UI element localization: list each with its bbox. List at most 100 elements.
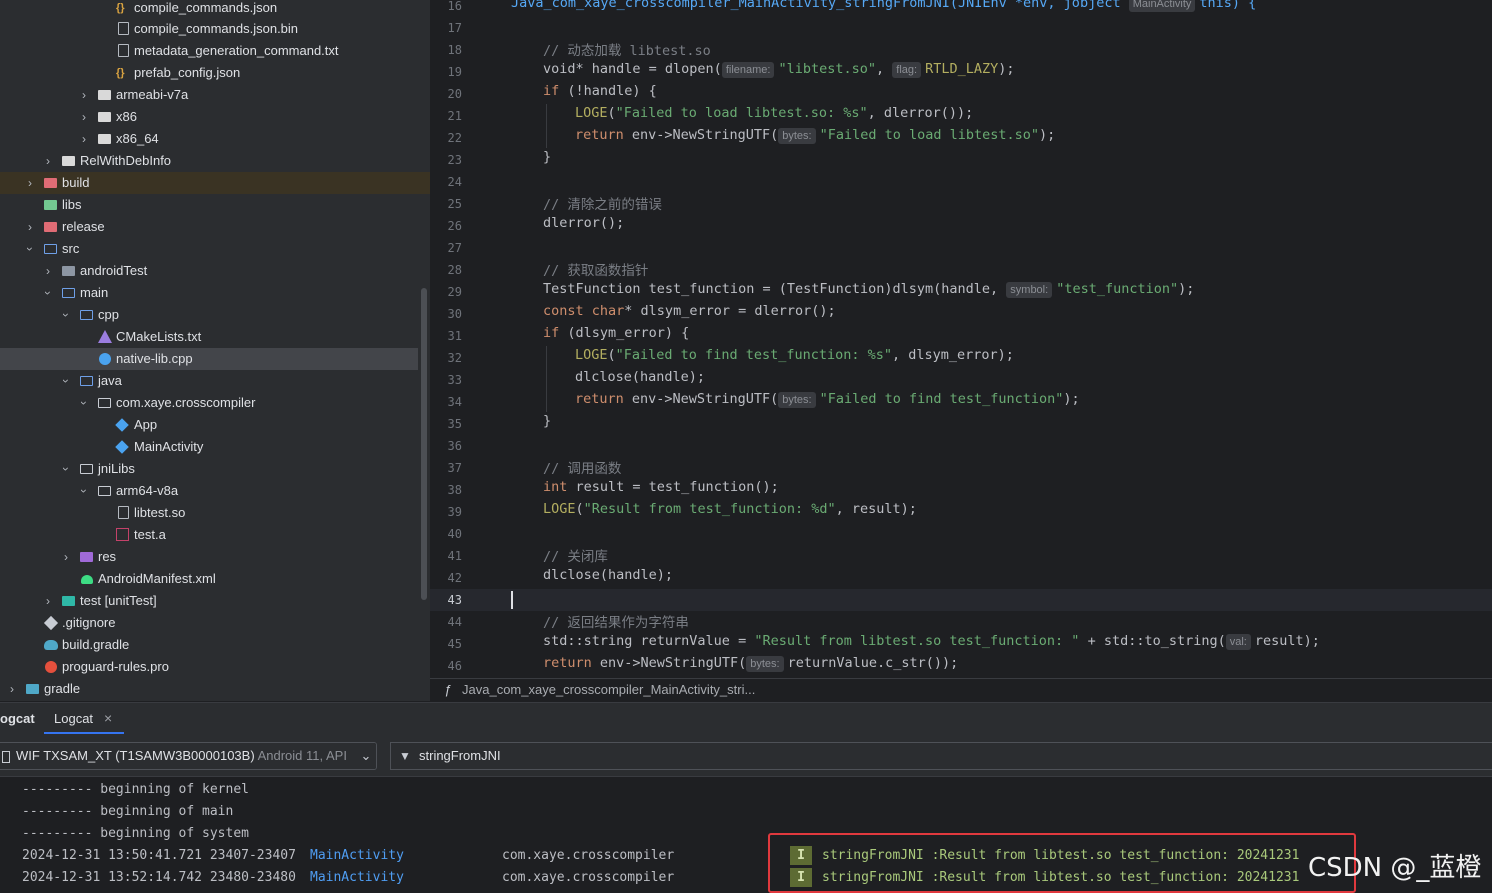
line-number: 36	[447, 439, 462, 453]
log-line-tag: MainActivity	[310, 848, 404, 863]
tree-item-relwithdebinfo[interactable]: › RelWithDebInfo	[0, 150, 418, 172]
tab-logcat[interactable]: Logcat	[54, 711, 93, 726]
chevron-right-icon[interactable]: ›	[77, 128, 91, 150]
tree-item-app[interactable]: App	[0, 414, 418, 436]
line-number: 19	[447, 65, 462, 79]
code-line[interactable]: const char* dlsym_error = dlerror();	[543, 303, 836, 319]
tree-item-cpp[interactable]: › cpp	[0, 304, 418, 326]
tree-item-main[interactable]: › main	[0, 282, 418, 304]
tree-item-package[interactable]: › com.xaye.crosscompiler	[0, 392, 418, 414]
tree-item-label: jniLibs	[98, 461, 135, 476]
tree-item-gradle[interactable]: › gradle	[0, 678, 418, 700]
chevron-right-icon[interactable]: ›	[77, 84, 91, 106]
chevron-down-icon[interactable]: ›	[55, 308, 77, 322]
line-number: 20	[447, 87, 462, 101]
binary-file-icon	[118, 22, 129, 35]
tree-item-arm64-v8a[interactable]: › arm64-v8a	[0, 480, 418, 502]
tree-item-armeabi-v7a[interactable]: › armeabi-v7a	[0, 84, 418, 106]
logcat-tab-bar: ogcat Logcat ×	[0, 702, 1492, 735]
close-icon[interactable]: ×	[104, 710, 112, 726]
code-line[interactable]: dlclose(handle);	[575, 369, 705, 385]
code-line[interactable]: std::string returnValue = "Result from l…	[543, 633, 1320, 650]
chevron-down-icon[interactable]: ›	[73, 484, 95, 498]
code-line[interactable]: void* handle = dlopen(filename: "libtest.…	[543, 61, 1014, 78]
chevron-right-icon[interactable]: ›	[41, 260, 55, 282]
editor-breadcrumb[interactable]: ƒ Java_com_xaye_crosscompiler_MainActivi…	[430, 678, 1492, 702]
code-line[interactable]: LOGE("Failed to find test_function: %s",…	[575, 347, 1014, 363]
code-line[interactable]: }	[543, 413, 551, 429]
tree-item-x86[interactable]: › x86	[0, 106, 418, 128]
tree-item-cmakelists[interactable]: CMakeLists.txt	[0, 326, 418, 348]
code-line[interactable]: dlclose(handle);	[543, 567, 673, 583]
function-icon: ƒ	[444, 682, 452, 697]
tree-item-test-a[interactable]: test.a	[0, 524, 418, 546]
code-line[interactable]: // 动态加载 libtest.so	[543, 39, 711, 59]
tree-item-mainactivity[interactable]: MainActivity	[0, 436, 418, 458]
tree-item-compile-commands-bin[interactable]: compile_commands.json.bin	[0, 18, 418, 40]
chevron-right-icon[interactable]: ›	[59, 546, 73, 568]
log-line: --------- beginning of kernel	[22, 782, 249, 797]
line-number: 40	[447, 527, 462, 541]
code-line[interactable]: LOGE("Result from test_function: %d", re…	[543, 501, 917, 517]
tree-item-native-lib-cpp[interactable]: native-lib.cpp	[0, 348, 418, 370]
chevron-down-icon[interactable]: ›	[55, 374, 77, 388]
tree-item-libs[interactable]: libs	[0, 194, 418, 216]
code-editor[interactable]: 16 17 18 19 20 21 22 23 24 25 26 27 28 29 30 31 32 33 34 35…	[430, 0, 1492, 678]
tree-scrollbar[interactable]	[421, 288, 427, 600]
chevron-right-icon[interactable]: ›	[23, 216, 37, 238]
tree-item-src[interactable]: › src	[0, 238, 418, 260]
code-line[interactable]: dlerror();	[543, 215, 624, 231]
code-line[interactable]: LOGE("Failed to load libtest.so: %s", dl…	[575, 105, 973, 121]
tree-item-build[interactable]: › build	[0, 172, 430, 194]
tree-item-gitignore[interactable]: .gitignore	[0, 612, 418, 634]
tree-item-prefab-config[interactable]: {} prefab_config.json	[0, 62, 418, 84]
tree-item-metadata-txt[interactable]: metadata_generation_command.txt	[0, 40, 418, 62]
tree-item-proguard[interactable]: proguard-rules.pro	[0, 656, 418, 678]
tree-item-manifest[interactable]: AndroidManifest.xml	[0, 568, 418, 590]
code-line[interactable]: if (dlsym_error) {	[543, 325, 689, 341]
tree-item-androidtest[interactable]: › androidTest	[0, 260, 418, 282]
tree-item-release[interactable]: › release	[0, 216, 418, 238]
source-folder-icon	[80, 376, 93, 386]
tree-item-jnilibs[interactable]: › jniLibs	[0, 458, 418, 480]
device-selector[interactable]: WIF TXSAM_XT (T1SAMW3B0000103B) Android …	[0, 742, 377, 770]
chevron-right-icon[interactable]: ›	[5, 678, 19, 700]
tree-item-build-gradle[interactable]: build.gradle	[0, 634, 418, 656]
code-line[interactable]: Java_com_xaye_crosscompiler_MainActivity…	[511, 0, 1256, 12]
chevron-down-icon[interactable]: ›	[37, 286, 59, 300]
tree-item-unittest[interactable]: › test [unitTest]	[0, 590, 418, 612]
chevron-down-icon[interactable]: ›	[19, 242, 41, 256]
code-line[interactable]: return env->NewStringUTF(bytes: returnVal…	[543, 655, 958, 672]
breadcrumb-function-name[interactable]: Java_com_xaye_crosscompiler_MainActivity…	[462, 679, 755, 701]
code-line[interactable]: // 关闭库	[543, 545, 608, 565]
excluded-folder-icon	[44, 178, 57, 188]
code-line[interactable]: }	[543, 149, 551, 165]
chevron-right-icon[interactable]: ›	[41, 150, 55, 172]
chevron-right-icon[interactable]: ›	[23, 172, 37, 194]
code-line[interactable]: // 调用函数	[543, 457, 621, 477]
code-line[interactable]: // 获取函数指针	[543, 259, 648, 279]
line-number: 24	[447, 175, 462, 189]
chevron-right-icon[interactable]: ›	[77, 106, 91, 128]
tree-item-java[interactable]: › java	[0, 370, 418, 392]
code-line[interactable]: return env->NewStringUTF(bytes: "Failed t…	[575, 391, 1080, 408]
tree-item-compile-commands-json[interactable]: {} compile_commands.json	[0, 0, 418, 19]
code-line[interactable]: // 返回结果作为字符串	[543, 611, 689, 631]
tree-item-label: AndroidManifest.xml	[98, 571, 216, 586]
chevron-down-icon[interactable]: ⌄	[356, 743, 376, 769]
tree-item-res[interactable]: › res	[0, 546, 418, 568]
code-line[interactable]: TestFunction test_function = (TestFuncti…	[543, 281, 1194, 298]
tree-item-label: .gitignore	[62, 615, 116, 630]
tree-item-x86-64[interactable]: › x86_64	[0, 128, 418, 150]
tree-item-label: res	[98, 549, 117, 564]
chevron-down-icon[interactable]: ›	[73, 396, 95, 410]
chevron-right-icon[interactable]: ›	[41, 590, 55, 612]
code-line[interactable]: // 清除之前的错误	[543, 193, 662, 213]
chevron-down-icon[interactable]: ›	[55, 462, 77, 476]
logcat-filter-input[interactable]: ▼ stringFromJNI	[390, 742, 1492, 770]
line-number: 41	[447, 549, 462, 563]
code-line[interactable]: return env->NewStringUTF(bytes: "Failed t…	[575, 127, 1055, 144]
code-line[interactable]: if (!handle) {	[543, 83, 657, 99]
code-line[interactable]: int result = test_function();	[543, 479, 779, 495]
tree-item-libtest-so[interactable]: libtest.so	[0, 502, 418, 524]
